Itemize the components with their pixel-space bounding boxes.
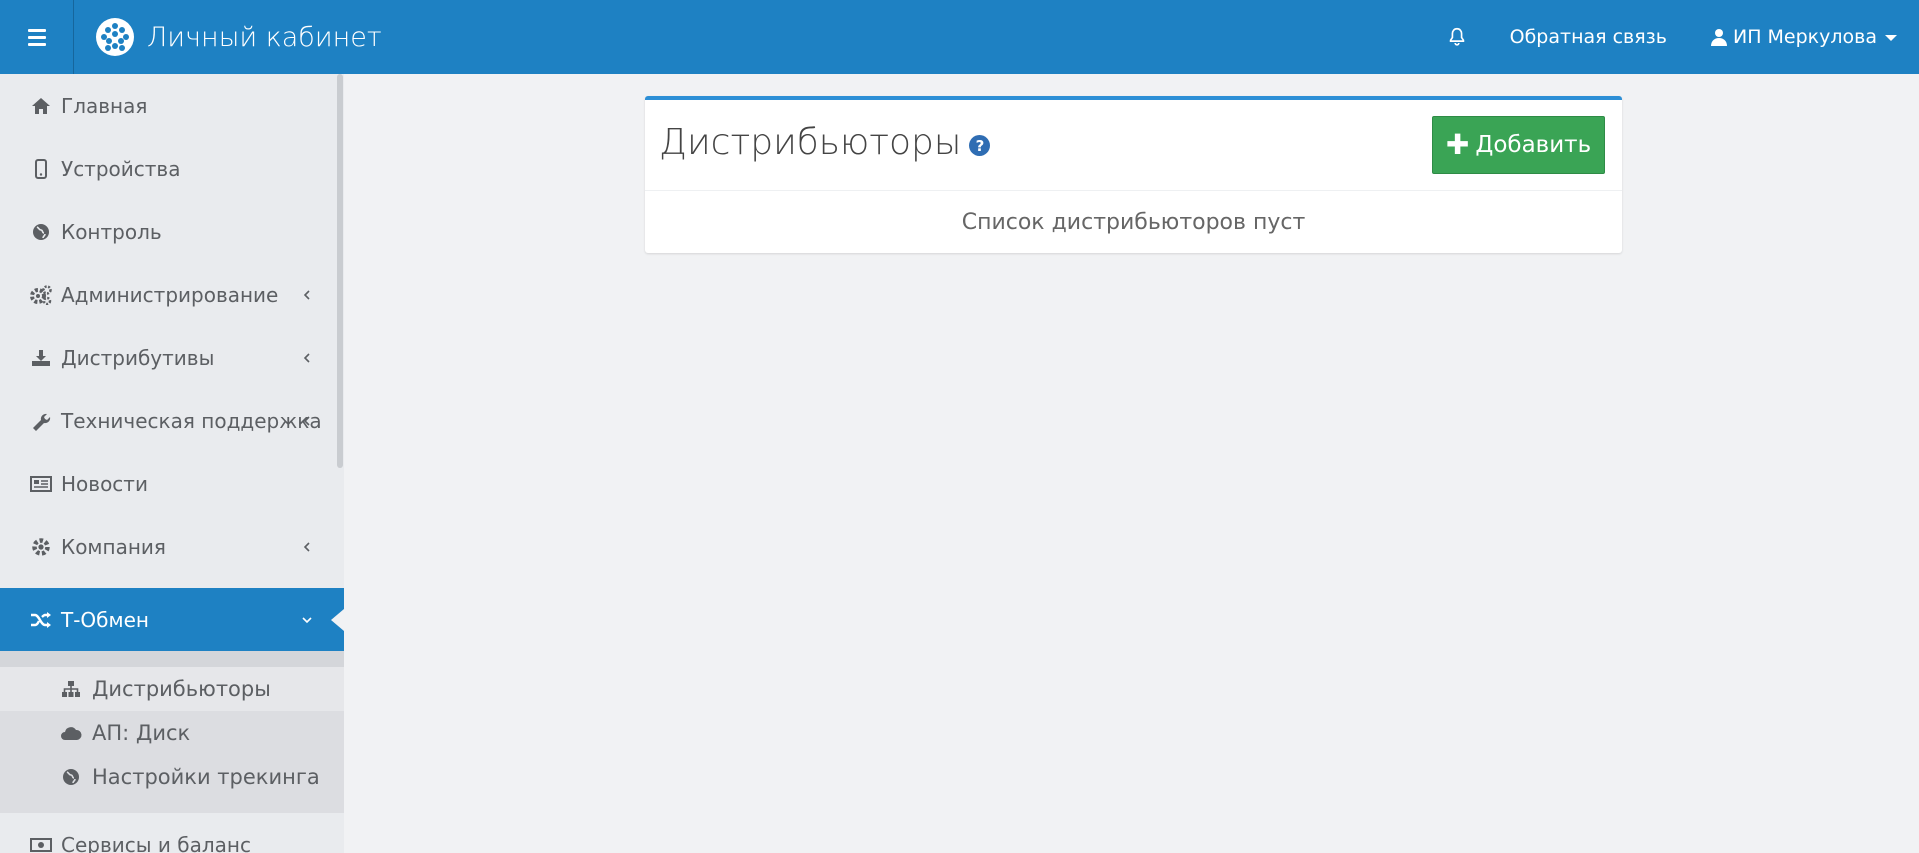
sidebar-item-label: Т-Обмен	[61, 607, 149, 632]
sidebar-item-label: Сервисы и баланс	[61, 832, 251, 853]
help-icon[interactable]: ?	[969, 135, 991, 156]
submenu-item-ap-disk[interactable]: АП: Диск	[0, 711, 344, 755]
sidebar-item-label: Устройства	[61, 156, 181, 181]
money-icon	[30, 834, 52, 853]
sidebar-item-label: Компания	[61, 534, 166, 559]
user-icon	[1710, 29, 1727, 46]
empty-state-message: Список дистрибьюторов пуст	[961, 210, 1306, 235]
sidebar-item-label: Контроль	[61, 219, 162, 244]
sidebar-item-services-balance[interactable]: Сервисы и баланс	[0, 813, 344, 853]
sidebar-item-tech-support[interactable]: Техническая поддержка	[0, 389, 344, 452]
sitemap-icon	[60, 678, 82, 700]
wrench-icon	[30, 410, 52, 432]
gear-icon	[30, 536, 52, 558]
sidebar-item-control[interactable]: Контроль	[0, 200, 344, 263]
distributors-panel: Дистрибьюторы ? ✚ Добавить Список дистри…	[645, 96, 1622, 253]
sidebar-submenu-t-exchange: Дистрибьюторы АП: Диск Настройки трекинг…	[0, 651, 344, 813]
home-icon	[30, 95, 52, 117]
globe-icon	[60, 766, 82, 788]
submenu-item-distributors[interactable]: Дистрибьюторы	[0, 667, 344, 711]
sidebar-item-company[interactable]: Компания	[0, 515, 344, 578]
sidebar-item-distributions[interactable]: Дистрибутивы	[0, 326, 344, 389]
sidebar-item-home[interactable]: Главная	[0, 74, 344, 137]
chevron-left-icon	[303, 352, 310, 363]
sidebar-item-devices[interactable]: Устройства	[0, 137, 344, 200]
sidebar-item-administration[interactable]: Администрирование	[0, 263, 344, 326]
sidebar-item-label: Техническая поддержка	[61, 408, 322, 433]
sidebar-item-label: Новости	[61, 471, 148, 496]
random-icon	[30, 609, 52, 631]
add-distributor-button[interactable]: ✚ Добавить	[1432, 116, 1605, 174]
sidebar-item-t-exchange[interactable]: Т-Обмен	[0, 588, 344, 651]
sidebar-item-label: Дистрибутивы	[61, 345, 215, 370]
caret-down-icon	[1885, 35, 1897, 41]
brand[interactable]: Личный кабинет	[96, 0, 382, 74]
submenu-item-tracking-settings[interactable]: Настройки трекинга	[0, 755, 344, 799]
chevron-left-icon	[303, 289, 310, 300]
app-title: Личный кабинет	[147, 21, 382, 53]
mobile-icon	[30, 158, 52, 180]
feedback-link[interactable]: Обратная связь	[1510, 26, 1667, 48]
cogs-icon	[30, 284, 52, 306]
top-header: Личный кабинет Обратная связь ИП Меркуло…	[0, 0, 1919, 74]
submenu-item-label: Дистрибьюторы	[92, 677, 271, 701]
page-title: Дистрибьюторы	[659, 122, 962, 163]
user-menu[interactable]: ИП Меркулова	[1710, 26, 1897, 48]
menu-toggle-button[interactable]	[0, 0, 74, 74]
submenu-item-label: АП: Диск	[92, 721, 191, 745]
chevron-left-icon	[303, 415, 310, 426]
sidebar-item-label: Главная	[61, 93, 148, 118]
sidebar-scrollbar[interactable]	[337, 74, 343, 468]
chevron-left-icon	[303, 541, 310, 552]
bell-icon[interactable]	[1446, 26, 1468, 48]
user-name: ИП Меркулова	[1732, 26, 1877, 48]
hamburger-icon	[27, 27, 46, 48]
chevron-down-icon	[302, 616, 312, 623]
submenu-item-label: Настройки трекинга	[92, 765, 320, 789]
plus-icon: ✚	[1445, 128, 1470, 161]
sidebar: Главная Устройства Контроль Администриро…	[0, 74, 344, 853]
globe-icon	[30, 221, 52, 243]
add-button-label: Добавить	[1475, 132, 1592, 158]
sidebar-item-news[interactable]: Новости	[0, 452, 344, 515]
newspaper-icon	[30, 473, 52, 495]
divider	[645, 190, 1622, 191]
download-icon	[30, 347, 52, 369]
sidebar-item-label: Администрирование	[61, 282, 279, 307]
logo-icon	[96, 18, 134, 56]
cloud-icon	[60, 722, 82, 744]
